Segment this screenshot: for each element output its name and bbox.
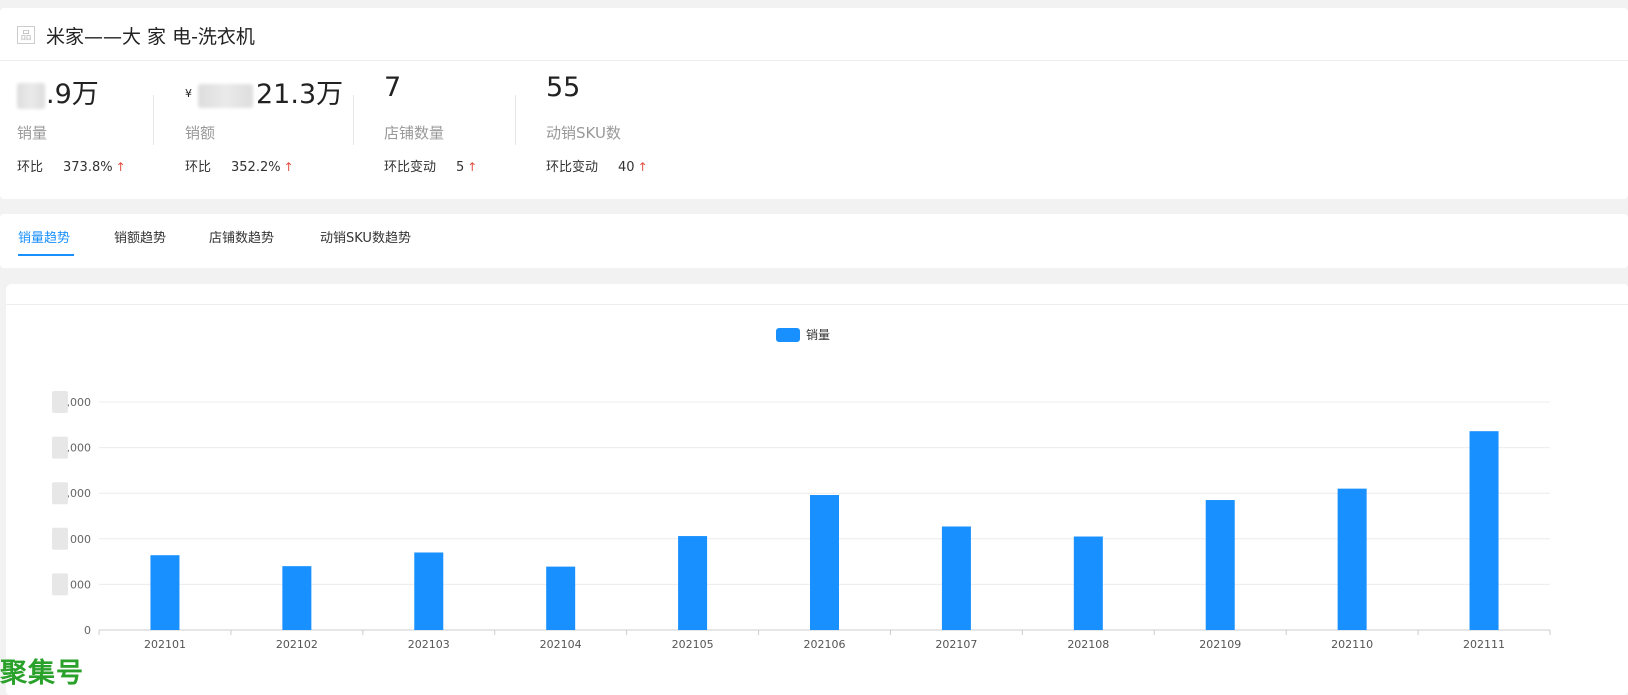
y-tick-label: ,000 bbox=[67, 442, 92, 455]
x-tick-label: 202107 bbox=[935, 638, 977, 651]
metric-divider bbox=[515, 95, 516, 145]
y-tick-label: 000 bbox=[70, 578, 91, 591]
metric-label: 销量 bbox=[17, 124, 48, 142]
tab-active-sku-trend[interactable]: 动销SKU数趋势 bbox=[320, 227, 411, 246]
x-tick-label: 202106 bbox=[804, 638, 846, 651]
x-tick-label: 202111 bbox=[1463, 638, 1505, 651]
metric-active-sku: 55 动销SKU数 环比变动 40 ↑ bbox=[546, 68, 706, 188]
bar-202101 bbox=[150, 555, 180, 630]
redacted-blur bbox=[52, 482, 68, 505]
redacted-blur bbox=[198, 83, 253, 108]
summary-card: 品 米家——大 家 电-洗衣机 .9万 销量 环比 373.8% ↑ ¥21.3万 … bbox=[0, 8, 1628, 199]
tab-sales-volume-trend[interactable]: 销量趋势 bbox=[18, 227, 70, 246]
redacted-blur bbox=[52, 527, 68, 550]
redacted-blur bbox=[52, 391, 68, 413]
redacted-blur bbox=[52, 573, 68, 596]
tab-sales-amount-trend[interactable]: 销额趋势 bbox=[114, 227, 166, 246]
metric-value: 55 bbox=[546, 72, 581, 103]
y-tick-label: 0 bbox=[84, 624, 91, 637]
active-tab-indicator bbox=[18, 254, 74, 256]
metric-comparison: 环比变动 5 ↑ bbox=[384, 160, 478, 175]
product-icon: 品 bbox=[17, 26, 35, 44]
x-tick-label: 202102 bbox=[276, 638, 318, 651]
metric-label: 销额 bbox=[185, 124, 216, 142]
metric-label: 店铺数量 bbox=[384, 124, 445, 142]
chart-card: 0 000 000,000,000,000 202101 202102 202103 202… bbox=[6, 284, 1628, 695]
arrow-up-icon: ↑ bbox=[637, 160, 648, 174]
bar-202106 bbox=[810, 495, 839, 630]
bar-202107 bbox=[941, 526, 971, 630]
bar-202108 bbox=[1073, 536, 1103, 630]
metric-store-count: 7 店铺数量 环比变动 5 ↑ bbox=[384, 68, 514, 188]
tab-store-count-trend[interactable]: 店铺数趋势 bbox=[209, 227, 274, 246]
x-tick-label: 202109 bbox=[1199, 638, 1241, 651]
title-row: 品 米家——大 家 电-洗衣机 bbox=[0, 8, 1628, 61]
bar-202104 bbox=[546, 566, 576, 630]
metric-divider bbox=[153, 95, 154, 145]
x-tick-label: 202104 bbox=[540, 638, 582, 651]
legend-swatch bbox=[776, 328, 800, 342]
metric-comparison: 环比变动 40 ↑ bbox=[546, 160, 648, 175]
x-tick-label: 202108 bbox=[1067, 638, 1109, 651]
y-tick-label: ,000 bbox=[67, 396, 92, 409]
page-title: 米家——大 家 电-洗衣机 bbox=[46, 26, 255, 48]
metric-divider bbox=[353, 95, 354, 145]
bar-202105 bbox=[678, 536, 708, 630]
x-tick-label: 202110 bbox=[1331, 638, 1373, 651]
bar-202109 bbox=[1205, 500, 1235, 630]
watermark: 聚集号 bbox=[0, 658, 84, 689]
bar-202110 bbox=[1337, 488, 1367, 630]
x-tick-label: 202101 bbox=[144, 638, 186, 651]
legend-label: 销量 bbox=[806, 328, 830, 342]
arrow-up-icon: ↑ bbox=[115, 160, 126, 174]
currency-symbol: ¥ bbox=[185, 87, 192, 100]
y-tick-label: 000 bbox=[70, 533, 91, 546]
bar-202111 bbox=[1469, 431, 1499, 630]
y-tick-label: ,000 bbox=[67, 487, 92, 500]
metric-label: 动销SKU数 bbox=[546, 124, 621, 142]
x-tick-label: 202105 bbox=[672, 638, 714, 651]
arrow-up-icon: ↑ bbox=[467, 160, 478, 174]
metric-comparison: 环比 352.2% ↑ bbox=[185, 160, 294, 175]
metric-value: .9万 bbox=[17, 72, 99, 111]
metric-sales-amount: ¥21.3万 销额 环比 352.2% ↑ bbox=[185, 68, 345, 188]
arrow-up-icon: ↑ bbox=[283, 160, 294, 174]
bar-202103 bbox=[414, 552, 444, 630]
x-tick-label: 202103 bbox=[408, 638, 450, 651]
sales-volume-bar-chart: 0000000,000,000,000202101 202102 202103 202… bbox=[52, 328, 1551, 651]
redacted-blur bbox=[52, 436, 68, 459]
metric-sales-volume: .9万 销量 环比 373.8% ↑ bbox=[17, 68, 147, 188]
metric-comparison: 环比 373.8% ↑ bbox=[17, 160, 126, 175]
metric-value: ¥21.3万 bbox=[185, 79, 344, 110]
bar-202102 bbox=[282, 566, 312, 630]
metric-value: 7 bbox=[384, 72, 402, 103]
trend-tabs: 销量趋势 销额趋势 店铺数趋势 动销SKU数趋势 bbox=[0, 214, 1628, 268]
redacted-blur bbox=[17, 82, 45, 109]
